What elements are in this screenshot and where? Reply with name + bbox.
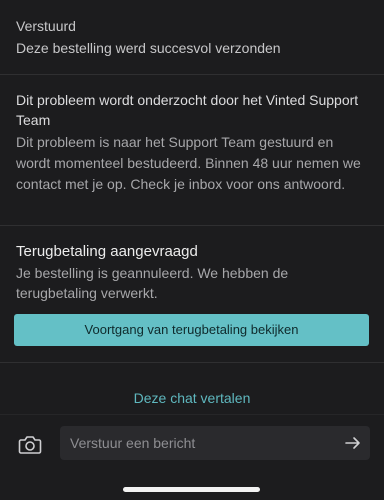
divider bbox=[0, 362, 384, 363]
message-input[interactable] bbox=[60, 426, 330, 460]
divider bbox=[0, 414, 384, 415]
refund-message: Terugbetaling aangevraagd Je bestelling … bbox=[0, 242, 384, 303]
refund-body: Je bestelling is geannuleerd. We hebben … bbox=[16, 265, 289, 301]
message-input-container bbox=[60, 426, 370, 460]
investigation-body: Dit probleem is naar het Support Team ge… bbox=[16, 134, 361, 192]
view-refund-progress-button[interactable]: Voortgang van terugbetaling bekijken bbox=[14, 314, 369, 346]
sent-status-body: Deze bestelling werd succesvol verzonden bbox=[16, 40, 281, 56]
message-composer bbox=[0, 426, 384, 464]
home-indicator bbox=[123, 487, 260, 492]
translate-chat-link[interactable]: Deze chat vertalen bbox=[0, 388, 384, 408]
sent-status-message: Verstuurd Deze bestelling werd succesvol… bbox=[0, 16, 384, 58]
sent-status-title: Verstuurd bbox=[16, 18, 76, 34]
chat-screen: Verstuurd Deze bestelling werd succesvol… bbox=[0, 0, 384, 500]
divider bbox=[0, 225, 384, 226]
camera-icon[interactable] bbox=[18, 434, 42, 456]
divider bbox=[0, 74, 384, 75]
investigation-title: Dit probleem wordt onderzocht door het V… bbox=[16, 92, 359, 128]
refund-title: Terugbetaling aangevraagd bbox=[16, 243, 198, 260]
arrow-right-icon[interactable] bbox=[344, 434, 362, 452]
investigation-message: Dit probleem wordt onderzocht door het V… bbox=[0, 90, 384, 195]
